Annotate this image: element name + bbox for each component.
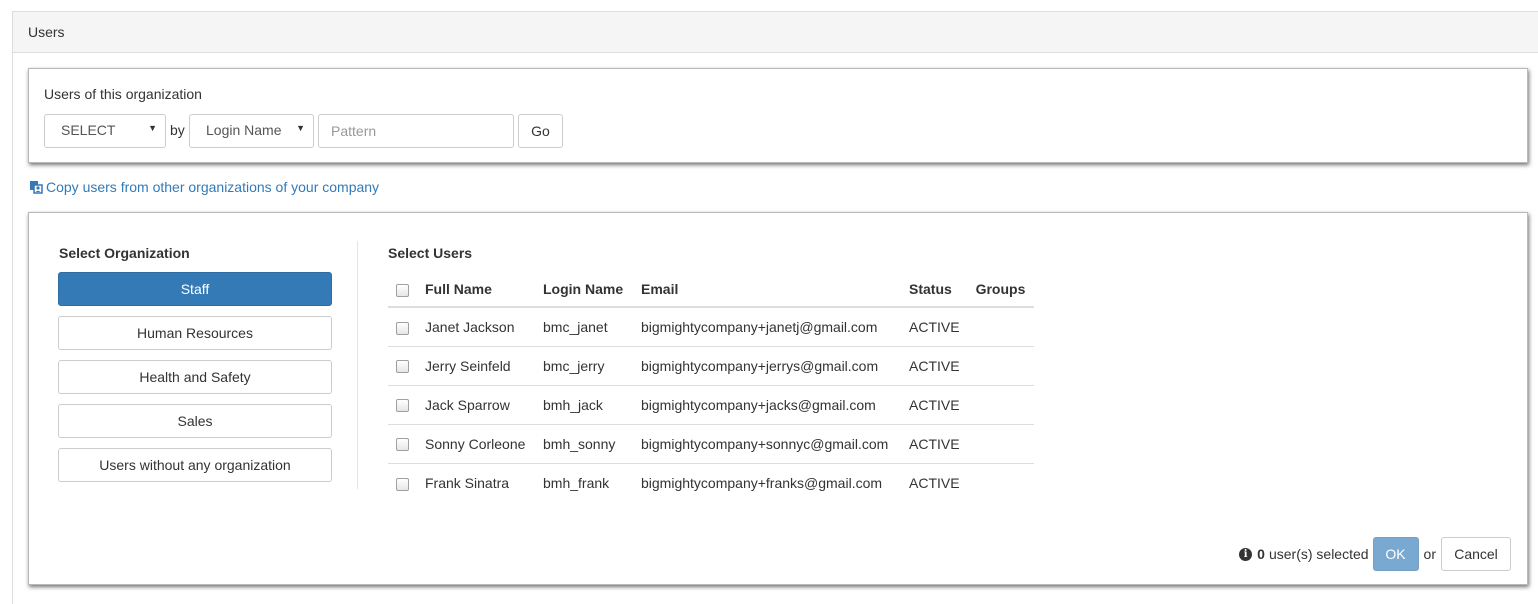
org-button-staff[interactable]: Staff	[58, 272, 332, 306]
cancel-button[interactable]: Cancel	[1441, 537, 1511, 571]
full-name-cell: Frank Sinatra	[417, 462, 535, 502]
groups-cell	[967, 423, 1034, 463]
chevron-down-icon: ▼	[296, 123, 305, 133]
field-dropdown[interactable]: Login Name ▼	[189, 114, 314, 148]
groups-cell	[967, 462, 1034, 502]
copy-users-link[interactable]: Copy users from other organizations of y…	[29, 179, 379, 195]
info-icon: i	[1239, 547, 1253, 561]
selection-footer: i 0 user(s) selected OK or Cancel	[1239, 537, 1511, 571]
email-cell: bigmightycompany+jerrys@gmail.com	[633, 345, 901, 385]
table-row[interactable]: Jerry Seinfeld bmc_jerry bigmightycompan…	[388, 345, 1034, 385]
select-users-heading: Select Users	[388, 245, 473, 261]
full-name-cell: Jack Sparrow	[417, 384, 535, 424]
login-name-cell: bmh_jack	[535, 384, 633, 424]
column-login-name: Login Name	[535, 272, 633, 308]
table-row[interactable]: Jack Sparrow bmh_jack bigmightycompany+j…	[388, 384, 1034, 424]
chevron-down-icon: ▼	[148, 123, 157, 133]
row-checkbox[interactable]	[396, 399, 409, 413]
groups-cell	[968, 307, 1034, 346]
by-text: by	[170, 122, 185, 138]
pattern-input[interactable]	[318, 114, 514, 148]
email-cell: bigmightycompany+jacks@gmail.com	[633, 384, 901, 424]
column-email: Email	[633, 272, 901, 308]
status-cell: ACTIVE	[909, 318, 960, 335]
copy-users-icon	[30, 181, 43, 194]
row-checkbox-cell	[388, 462, 417, 502]
row-checkbox[interactable]	[396, 438, 409, 452]
column-full-name: Full Name	[417, 272, 535, 308]
row-checkbox-cell	[388, 307, 417, 346]
ok-button[interactable]: OK	[1372, 537, 1419, 571]
groups-cell	[967, 384, 1034, 424]
status-cell: ACTIVE	[901, 345, 968, 385]
groups-cell	[967, 345, 1034, 385]
row-checkbox-cell	[388, 345, 417, 385]
copy-users-label: Copy users from other organizations of y…	[46, 179, 380, 195]
selected-count: 0	[1257, 546, 1265, 562]
column-groups: Groups	[967, 272, 1034, 308]
org-button-health-and-safety[interactable]: Health and Safety	[58, 360, 332, 394]
email-cell: bigmightycompany+franks@gmail.com	[633, 462, 901, 502]
table-row[interactable]: Frank Sinatra bmh_frank bigmightycompany…	[388, 462, 1034, 502]
table-header-row: Full Name Login Name Email Status Groups	[388, 272, 1034, 308]
filter-label: Users of this organization	[44, 86, 202, 102]
login-name-cell: bmc_jerry	[535, 345, 633, 385]
select-dropdown[interactable]: SELECT ▼	[44, 114, 166, 148]
row-checkbox-cell	[388, 423, 417, 463]
login-name-cell: bmc_janet	[543, 318, 608, 335]
row-checkbox[interactable]	[396, 360, 409, 374]
select-value: SELECT	[61, 122, 116, 138]
row-checkbox[interactable]	[396, 477, 409, 491]
full-name-cell: Janet Jackson	[425, 318, 515, 335]
status-cell: ACTIVE	[901, 384, 968, 424]
login-name-cell: bmh_sonny	[535, 423, 633, 463]
page-header: Users	[13, 12, 1538, 53]
org-button-no-organization[interactable]: Users without any organization	[58, 448, 332, 482]
or-text: or	[1423, 546, 1436, 562]
selected-text: user(s) selected	[1268, 546, 1369, 562]
email-cell: bigmightycompany+sonnyc@gmail.com	[633, 423, 901, 463]
org-button-sales[interactable]: Sales	[58, 404, 332, 438]
column-status: Status	[901, 272, 968, 308]
go-button[interactable]: Go	[518, 114, 563, 148]
status-cell: ACTIVE	[901, 423, 968, 463]
field-value: Login Name	[206, 122, 282, 138]
row-checkbox[interactable]	[396, 321, 409, 335]
table-row[interactable]: Janet Jackson bmc_janet bigmightycompany…	[388, 307, 1034, 346]
select-all-cell	[388, 272, 417, 308]
select-users-panel: Select Organization Staff Human Resource…	[28, 212, 1528, 585]
email-cell: bigmightycompany+janetj@gmail.com	[641, 318, 878, 335]
login-name-cell: bmh_frank	[535, 462, 633, 502]
full-name-cell: Jerry Seinfeld	[417, 345, 535, 385]
table-row[interactable]: Sonny Corleone bmh_sonny bigmightycompan…	[388, 423, 1034, 463]
select-all-checkbox[interactable]	[396, 283, 409, 297]
full-name-cell: Sonny Corleone	[417, 423, 535, 463]
row-checkbox-cell	[388, 384, 417, 424]
panel-divider	[357, 241, 358, 489]
page-title: Users	[28, 24, 65, 40]
filter-panel: Users of this organization SELECT ▼ by L…	[28, 68, 1528, 163]
status-cell: ACTIVE	[901, 462, 968, 502]
users-table: Full Name Login Name Email Status Groups…	[388, 272, 1034, 502]
org-button-human-resources[interactable]: Human Resources	[58, 316, 332, 350]
select-organization-heading: Select Organization	[59, 245, 190, 261]
